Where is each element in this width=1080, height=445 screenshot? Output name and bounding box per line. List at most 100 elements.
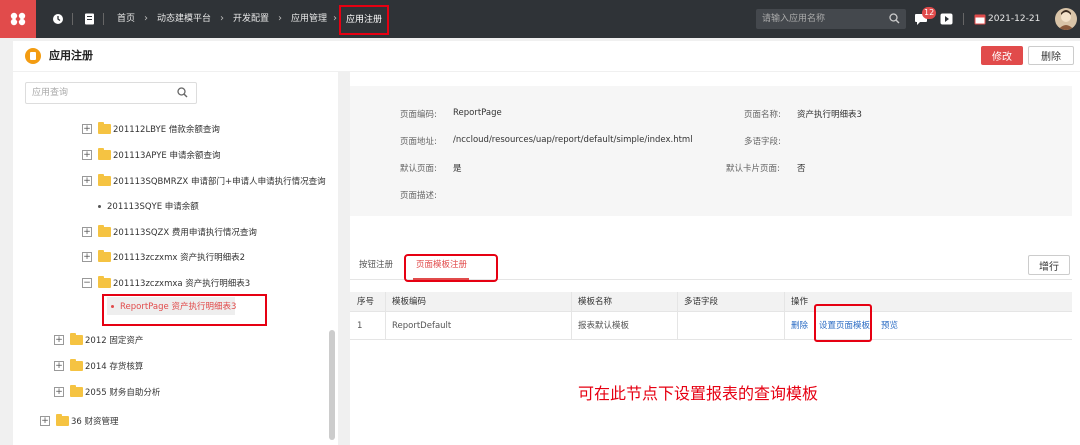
col-template-code: 模板编码 <box>392 297 427 307</box>
page-name-value: 资产执行明细表3 <box>797 110 862 120</box>
expand-icon[interactable]: + <box>82 252 92 262</box>
folder-icon <box>98 148 111 160</box>
folder-icon <box>70 333 83 345</box>
tree-item[interactable]: + 201113zczxmx 资产执行明细表2 <box>82 248 245 266</box>
column-divider <box>677 292 678 340</box>
column-divider <box>571 292 572 340</box>
row-delete-link[interactable]: 删除 <box>791 312 808 340</box>
tree-item-label: 201113zczxmxa 资产执行明细表3 <box>113 279 251 289</box>
breadcrumb-home[interactable]: 首页 <box>117 0 135 38</box>
default-page-value: 是 <box>453 164 462 174</box>
expand-icon[interactable]: + <box>82 124 92 134</box>
expand-icon[interactable]: + <box>82 227 92 237</box>
tree-item-label: 201113SQBMRZX 申请部门+申请人申请执行情况查询 <box>113 177 326 187</box>
breadcrumb-app-mgmt[interactable]: 应用管理 <box>291 0 327 38</box>
annotation-text: 可在此节点下设置报表的查询模板 <box>578 384 819 403</box>
folder-icon <box>56 414 69 426</box>
column-divider <box>784 292 785 340</box>
search-icon[interactable] <box>889 13 900 27</box>
folder-icon <box>98 225 111 237</box>
avatar[interactable] <box>1055 8 1077 30</box>
tree-item[interactable]: + 2012 固定资产 <box>54 331 143 349</box>
expand-icon[interactable]: + <box>40 416 50 426</box>
table-header: 序号 模板编码 模板名称 多语字段 操作 <box>350 292 1072 312</box>
tree-item-label: 201113SQYE 申请余额 <box>107 202 199 212</box>
tree-item[interactable]: + 2055 财务自助分析 <box>54 383 160 401</box>
app-logo[interactable] <box>0 0 36 38</box>
cell-template-code: ReportDefault <box>392 321 452 331</box>
column-divider <box>385 292 386 340</box>
expand-icon[interactable]: + <box>54 387 64 397</box>
edit-button[interactable]: 修改 <box>981 46 1023 65</box>
tree-item[interactable]: + 2014 存货核算 <box>54 357 143 375</box>
folder-icon <box>98 250 111 262</box>
tree-item[interactable]: − 201113zczxmxa 资产执行明细表3 <box>82 274 250 292</box>
tree-item-label: 2014 存货核算 <box>85 362 144 372</box>
notification-badge: 12 <box>922 7 937 19</box>
folder-icon <box>70 385 83 397</box>
page-name-label: 页面名称: <box>744 110 781 120</box>
add-row-button[interactable]: 增行 <box>1028 255 1070 275</box>
col-operation: 操作 <box>791 297 809 307</box>
tree-item[interactable]: + 36 财资管理 <box>40 412 119 430</box>
col-multilang: 多语字段 <box>684 297 719 307</box>
expand-icon[interactable]: + <box>54 361 64 371</box>
page-url-value: /nccloud/resources/uap/report/default/si… <box>453 135 693 145</box>
tree-item-label: 201113zczxmx 资产执行明细表2 <box>113 253 245 263</box>
collapse-icon[interactable]: − <box>82 278 92 288</box>
expand-icon[interactable]: + <box>82 176 92 186</box>
document-icon[interactable] <box>84 12 95 26</box>
delete-button[interactable]: 删除 <box>1028 46 1074 65</box>
tree-item[interactable]: 201113SQYE 申请余额 <box>98 197 199 215</box>
tree-item[interactable]: + 201112LBYE 借款余额查询 <box>82 120 220 138</box>
default-card-label: 默认卡片页面: <box>726 164 780 174</box>
expand-icon[interactable]: + <box>82 150 92 160</box>
folder-icon <box>70 359 83 371</box>
top-bar: 首页 › 动态建模平台 › 开发配置 › 应用管理 › 应用注册 12 2021… <box>0 0 1080 38</box>
current-date: 2021-12-21 <box>988 14 1041 24</box>
tree-item-label: 201113APYE 申请余额查询 <box>113 151 221 161</box>
tree-item[interactable]: + 201113APYE 申请余额查询 <box>82 146 220 164</box>
tree-item-label: 36 财资管理 <box>71 417 119 427</box>
tab-button-register[interactable]: 按钮注册 <box>359 250 393 280</box>
chevron-right-icon: › <box>220 13 224 24</box>
breadcrumb-dev-config[interactable]: 开发配置 <box>233 0 269 38</box>
chevron-right-icon: › <box>278 13 282 24</box>
clock-icon[interactable] <box>52 12 64 26</box>
page-url-label: 页面地址: <box>400 137 437 147</box>
cell-index: 1 <box>357 321 363 331</box>
tree-item[interactable]: + 201113SQBMRZX 申请部门+申请人申请执行情况查询 <box>82 172 326 190</box>
highlight-box <box>404 254 498 282</box>
preview-link[interactable]: 预览 <box>881 312 898 340</box>
detail-panel: 页面编码: ReportPage 页面名称: 资产执行明细表3 页面地址: /n… <box>350 72 1080 445</box>
chevron-right-icon: › <box>144 13 148 24</box>
table-row[interactable]: 1 ReportDefault 报表默认模板 删除 设置页面模板 预览 <box>350 312 1072 340</box>
bullet-icon <box>98 204 101 208</box>
tree-item[interactable]: + 201113SQZX 费用申请执行情况查询 <box>82 223 257 241</box>
play-icon[interactable] <box>940 12 953 26</box>
tree-item-label: 2055 财务自助分析 <box>85 388 161 398</box>
page-desc-label: 页面描述: <box>400 191 437 201</box>
highlight-box <box>102 294 267 326</box>
expand-icon[interactable]: + <box>54 335 64 345</box>
search-icon[interactable] <box>177 87 188 101</box>
col-index: 序号 <box>357 297 375 307</box>
app-search <box>756 9 906 29</box>
breadcrumb-current[interactable]: 应用注册 <box>339 5 389 35</box>
tree-search-input[interactable] <box>32 83 172 103</box>
page-header: 应用注册 修改 删除 <box>13 41 1080 71</box>
calendar-icon[interactable] <box>974 12 986 26</box>
app-tree-panel: + 201112LBYE 借款余额查询 + 201113APYE 申请余额查询 … <box>13 72 338 445</box>
chevron-right-icon: › <box>333 13 337 24</box>
app-search-input[interactable] <box>762 9 882 29</box>
breadcrumb-platform[interactable]: 动态建模平台 <box>157 0 211 38</box>
folder-icon <box>98 122 111 134</box>
folder-icon <box>98 276 111 288</box>
tree-item-label: 2012 固定资产 <box>85 336 144 346</box>
app-register-icon <box>25 48 41 64</box>
tree-scrollbar[interactable] <box>329 330 335 440</box>
page-code-value: ReportPage <box>453 108 502 118</box>
tree-item-label: 201112LBYE 借款余额查询 <box>113 125 220 135</box>
default-page-label: 默认页面: <box>400 164 437 174</box>
cell-template-name: 报表默认模板 <box>578 321 630 331</box>
